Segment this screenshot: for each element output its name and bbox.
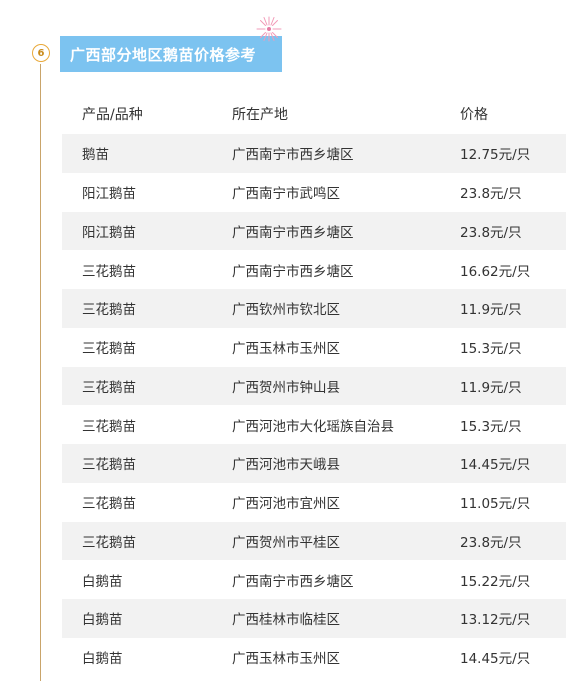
section-title-banner: 广西部分地区鹅苗价格参考 xyxy=(60,36,282,72)
origin-cell: 广西河池市宜州区 xyxy=(232,496,340,513)
product-cell: 三花鹅苗 xyxy=(82,496,136,513)
price-cell: 11.05元/只 xyxy=(460,496,531,513)
price-cell: 23.8元/只 xyxy=(460,224,522,241)
origin-cell: 广西南宁市西乡塘区 xyxy=(232,147,354,164)
product-cell: 三花鹅苗 xyxy=(82,534,136,551)
origin-cell: 广西南宁市西乡塘区 xyxy=(232,224,354,241)
price-cell: 11.9元/只 xyxy=(460,379,522,396)
product-cell: 白鹅苗 xyxy=(82,573,123,590)
table-row: 阳江鹅苗 广西南宁市西乡塘区 23.8元/只 xyxy=(62,211,566,251)
origin-cell: 广西玉林市玉州区 xyxy=(232,651,340,668)
price-cell: 23.8元/只 xyxy=(460,186,522,203)
table-row: 白鹅苗 广西桂林市临桂区 13.12元/只 xyxy=(62,599,566,638)
header-price: 价格 xyxy=(460,107,488,123)
table-row: 三花鹅苗 广西贺州市钟山县 11.9元/只 xyxy=(62,366,566,406)
price-cell: 11.9元/只 xyxy=(460,302,522,319)
table-row: 三花鹅苗 广西钦州市钦北区 11.9元/只 xyxy=(62,289,566,328)
timeline-line xyxy=(40,64,41,681)
product-cell: 鹅苗 xyxy=(82,147,109,164)
table-row: 三花鹅苗 广西河池市宜州区 11.05元/只 xyxy=(62,483,566,522)
origin-cell: 广西河池市大化瑶族自治县 xyxy=(232,418,394,435)
price-cell: 15.3元/只 xyxy=(460,341,522,358)
price-cell: 14.45元/只 xyxy=(460,651,531,668)
table-row: 阳江鹅苗 广西南宁市武鸣区 23.8元/只 xyxy=(62,173,566,212)
price-cell: 16.62元/只 xyxy=(460,263,531,280)
price-cell: 15.22元/只 xyxy=(460,573,531,590)
table-row: 三花鹅苗 广西玉林市玉州区 15.3元/只 xyxy=(62,328,566,367)
price-table: 产品/品种 所在产地 价格 鹅苗 广西南宁市西乡塘区 12.75元/只 阳江鹅苗 广西南… xyxy=(62,94,566,677)
sparkle-icon xyxy=(256,16,282,42)
table-header-row: 产品/品种 所在产地 价格 xyxy=(62,94,566,134)
table-row: 三花鹅苗 广西南宁市西乡塘区 16.62元/只 xyxy=(62,250,566,289)
origin-cell: 广西南宁市西乡塘区 xyxy=(232,263,354,280)
origin-cell: 广西桂林市临桂区 xyxy=(232,612,340,629)
origin-cell: 广西贺州市钟山县 xyxy=(232,379,340,396)
product-cell: 三花鹅苗 xyxy=(82,302,136,319)
product-cell: 三花鹅苗 xyxy=(82,263,136,280)
origin-cell: 广西钦州市钦北区 xyxy=(232,302,340,319)
table-row: 三花鹅苗 广西河池市大化瑶族自治县 15.3元/只 xyxy=(62,405,566,444)
product-cell: 阳江鹅苗 xyxy=(82,224,136,241)
header-product: 产品/品种 xyxy=(82,107,143,123)
step-number-badge: 6 xyxy=(32,44,50,62)
price-cell: 15.3元/只 xyxy=(460,418,522,435)
origin-cell: 广西玉林市玉州区 xyxy=(232,341,340,358)
table-row: 白鹅苗 广西玉林市玉州区 14.45元/只 xyxy=(62,638,566,677)
article-section: 6 广西部分地区鹅苗价格参考 产品/品种 所在产地 价格 鹅苗 广西南宁市西乡塘区… xyxy=(0,0,585,681)
price-cell: 12.75元/只 xyxy=(460,147,531,164)
product-cell: 阳江鹅苗 xyxy=(82,186,136,203)
product-cell: 三花鹅苗 xyxy=(82,457,136,474)
table-row: 鹅苗 广西南宁市西乡塘区 12.75元/只 xyxy=(62,134,566,173)
section-title: 广西部分地区鹅苗价格参考 xyxy=(70,45,257,64)
table-row: 白鹅苗 广西南宁市西乡塘区 15.22元/只 xyxy=(62,560,566,599)
table-body: 鹅苗 广西南宁市西乡塘区 12.75元/只 阳江鹅苗 广西南宁市武鸣区 23.8元/只 阳江… xyxy=(62,134,566,677)
product-cell: 白鹅苗 xyxy=(82,651,123,668)
product-cell: 三花鹅苗 xyxy=(82,379,136,396)
price-cell: 14.45元/只 xyxy=(460,457,531,474)
product-cell: 白鹅苗 xyxy=(82,612,123,629)
product-cell: 三花鹅苗 xyxy=(82,418,136,435)
price-cell: 13.12元/只 xyxy=(460,612,531,629)
table-row: 三花鹅苗 广西河池市天峨县 14.45元/只 xyxy=(62,444,566,483)
origin-cell: 广西贺州市平桂区 xyxy=(232,534,340,551)
origin-cell: 广西南宁市武鸣区 xyxy=(232,186,340,203)
header-origin: 所在产地 xyxy=(232,107,288,123)
table-row: 三花鹅苗 广西贺州市平桂区 23.8元/只 xyxy=(62,521,566,561)
product-cell: 三花鹅苗 xyxy=(82,341,136,358)
price-cell: 23.8元/只 xyxy=(460,534,522,551)
origin-cell: 广西南宁市西乡塘区 xyxy=(232,573,354,590)
origin-cell: 广西河池市天峨县 xyxy=(232,457,340,474)
